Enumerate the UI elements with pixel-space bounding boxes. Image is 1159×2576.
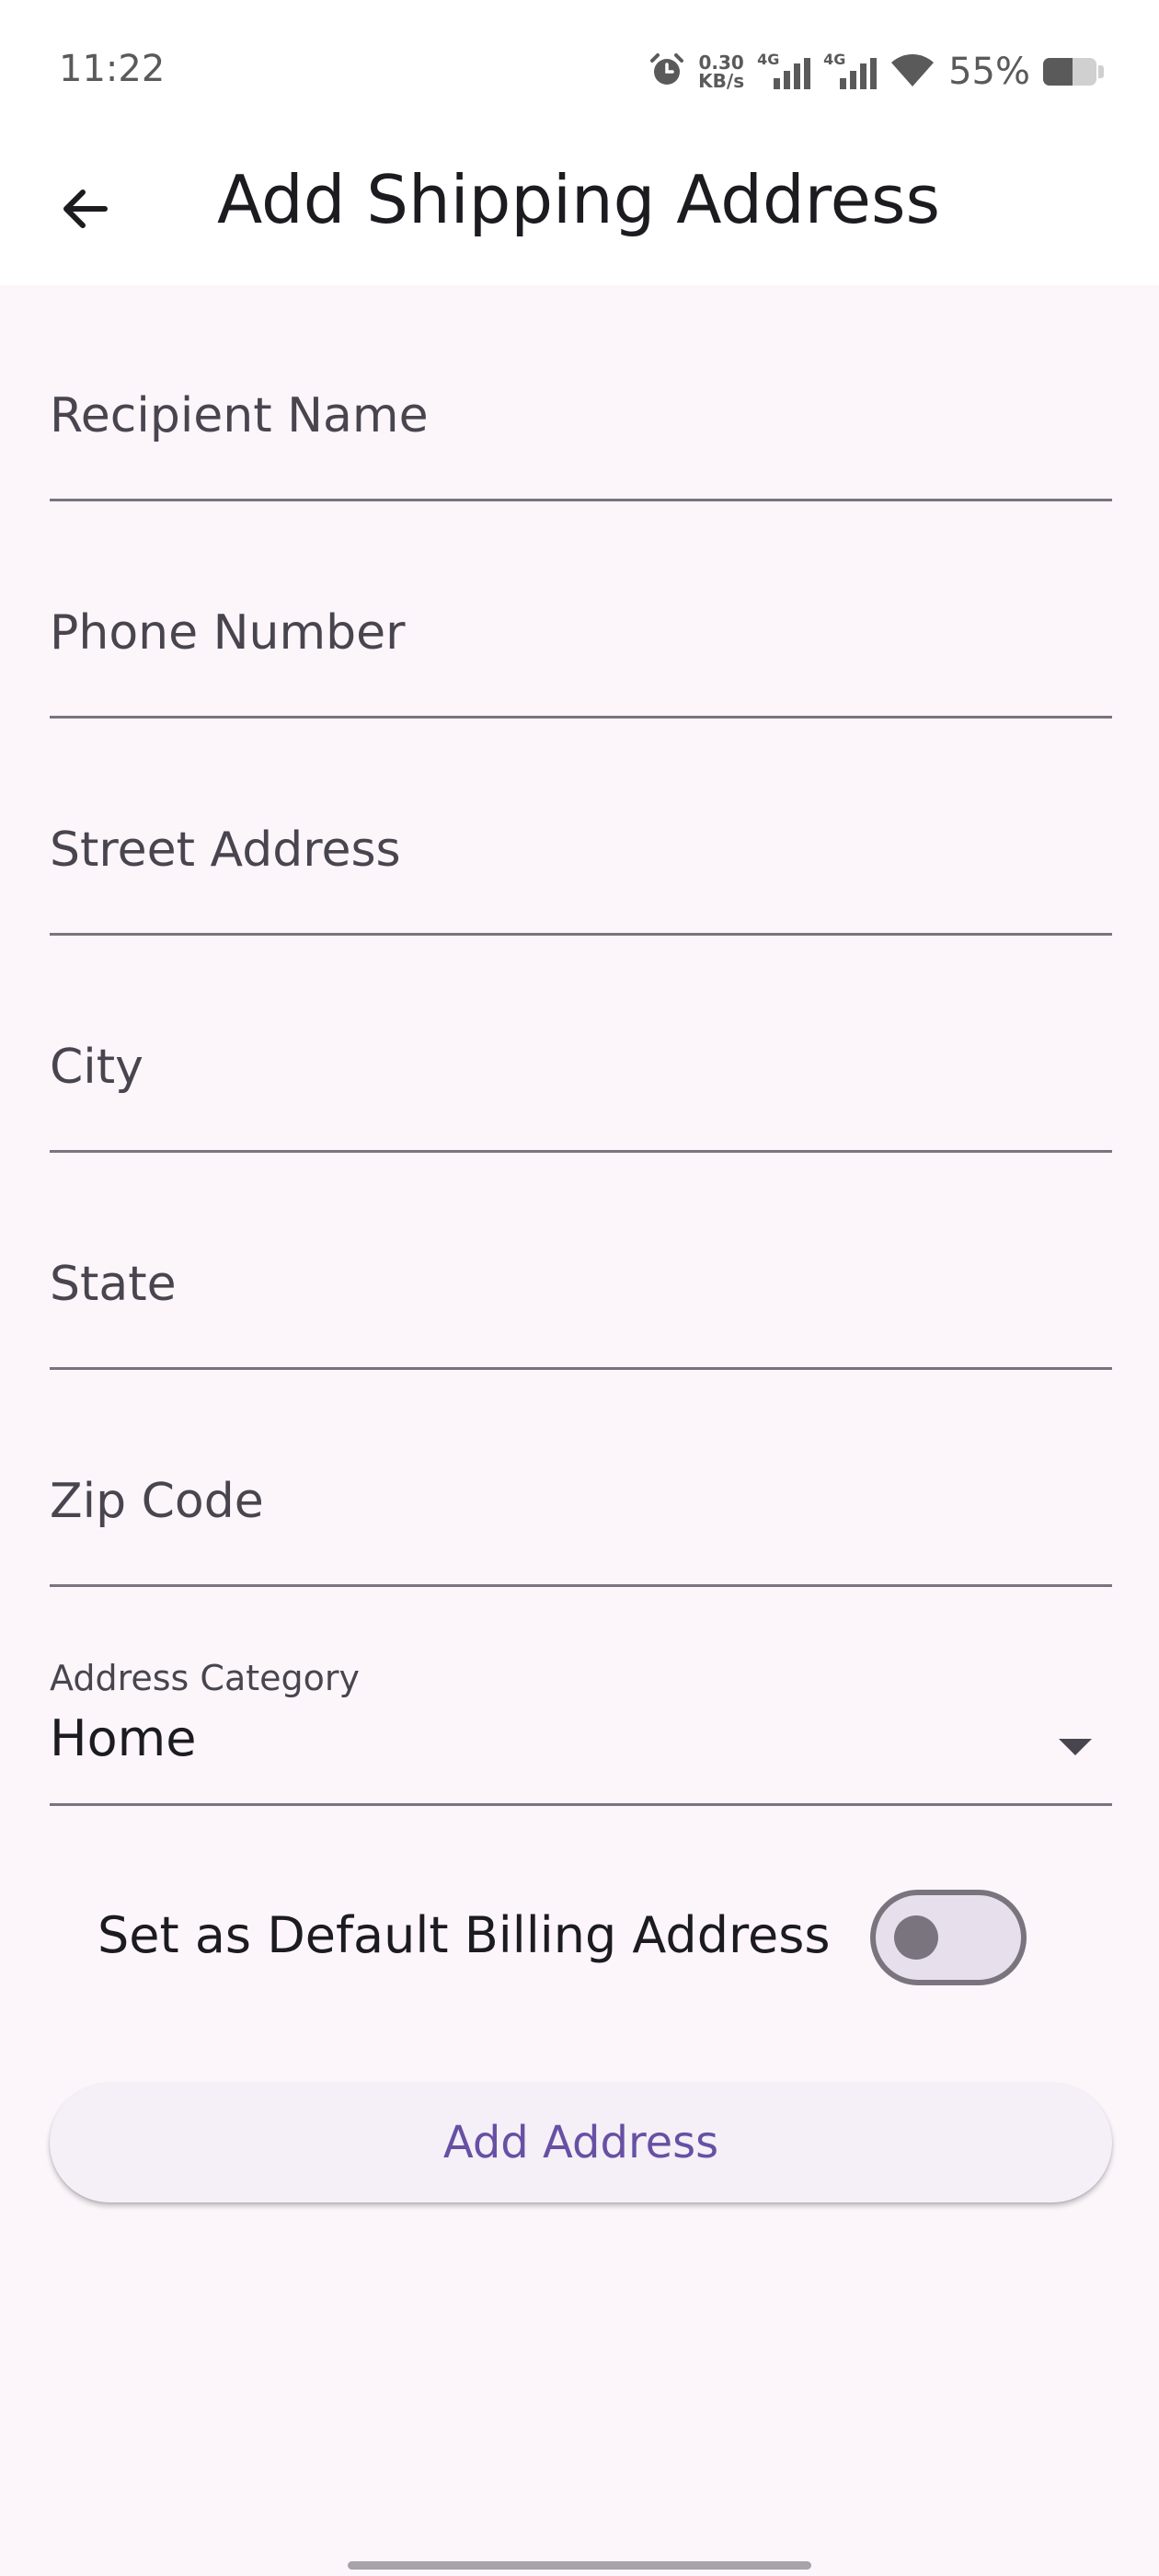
signal-icon: 4G	[823, 51, 878, 93]
signal-icon: 4G	[757, 51, 811, 93]
battery-percent: 55%	[948, 51, 1030, 93]
street-address-placeholder: Street Address	[50, 822, 401, 878]
city-field[interactable]: City	[50, 936, 1112, 1153]
default-billing-label: Set as Default Billing Address	[98, 1906, 831, 1964]
default-billing-switch[interactable]	[870, 1890, 1027, 1985]
status-icons: 0.30 KB/s 4G 4G 55%	[648, 46, 1104, 98]
state-field[interactable]: State	[50, 1153, 1112, 1370]
battery-icon	[1043, 58, 1096, 86]
battery-tip	[1098, 65, 1104, 78]
home-indicator[interactable]	[348, 2561, 811, 2570]
state-placeholder: State	[50, 1257, 177, 1312]
network-speed-value: 0.30	[698, 52, 744, 74]
page-title: Add Shipping Address	[217, 161, 940, 238]
address-category-dropdown[interactable]: Address Category Home	[50, 1601, 1112, 1806]
dropdown-arrow-icon	[1059, 1739, 1092, 1755]
arrow-left-icon	[63, 190, 108, 228]
network-speed: 0.30 KB/s	[698, 53, 744, 90]
add-address-button[interactable]: Add Address	[50, 2083, 1112, 2202]
zip-code-field[interactable]: Zip Code	[50, 1370, 1112, 1587]
back-button[interactable]	[37, 161, 132, 257]
address-category-label: Address Category	[50, 1658, 360, 1698]
default-billing-row: Set as Default Billing Address	[98, 1886, 1027, 1987]
recipient-name-field[interactable]: Recipient Name	[50, 284, 1112, 501]
phone-number-field[interactable]: Phone Number	[50, 501, 1112, 719]
street-address-field[interactable]: Street Address	[50, 719, 1112, 936]
phone-number-placeholder: Phone Number	[50, 605, 406, 661]
switch-knob	[894, 1915, 938, 1960]
recipient-name-placeholder: Recipient Name	[50, 388, 429, 443]
status-time: 11:22	[59, 48, 166, 90]
status-bar: 11:22 0.30 KB/s 4G 4G 55%	[0, 0, 1159, 147]
wifi-icon	[889, 52, 935, 92]
alarm-icon	[648, 52, 685, 92]
zip-code-placeholder: Zip Code	[50, 1474, 264, 1529]
address-category-value: Home	[50, 1709, 197, 1767]
city-placeholder: City	[50, 1040, 143, 1095]
network-speed-unit: KB/s	[698, 70, 745, 92]
